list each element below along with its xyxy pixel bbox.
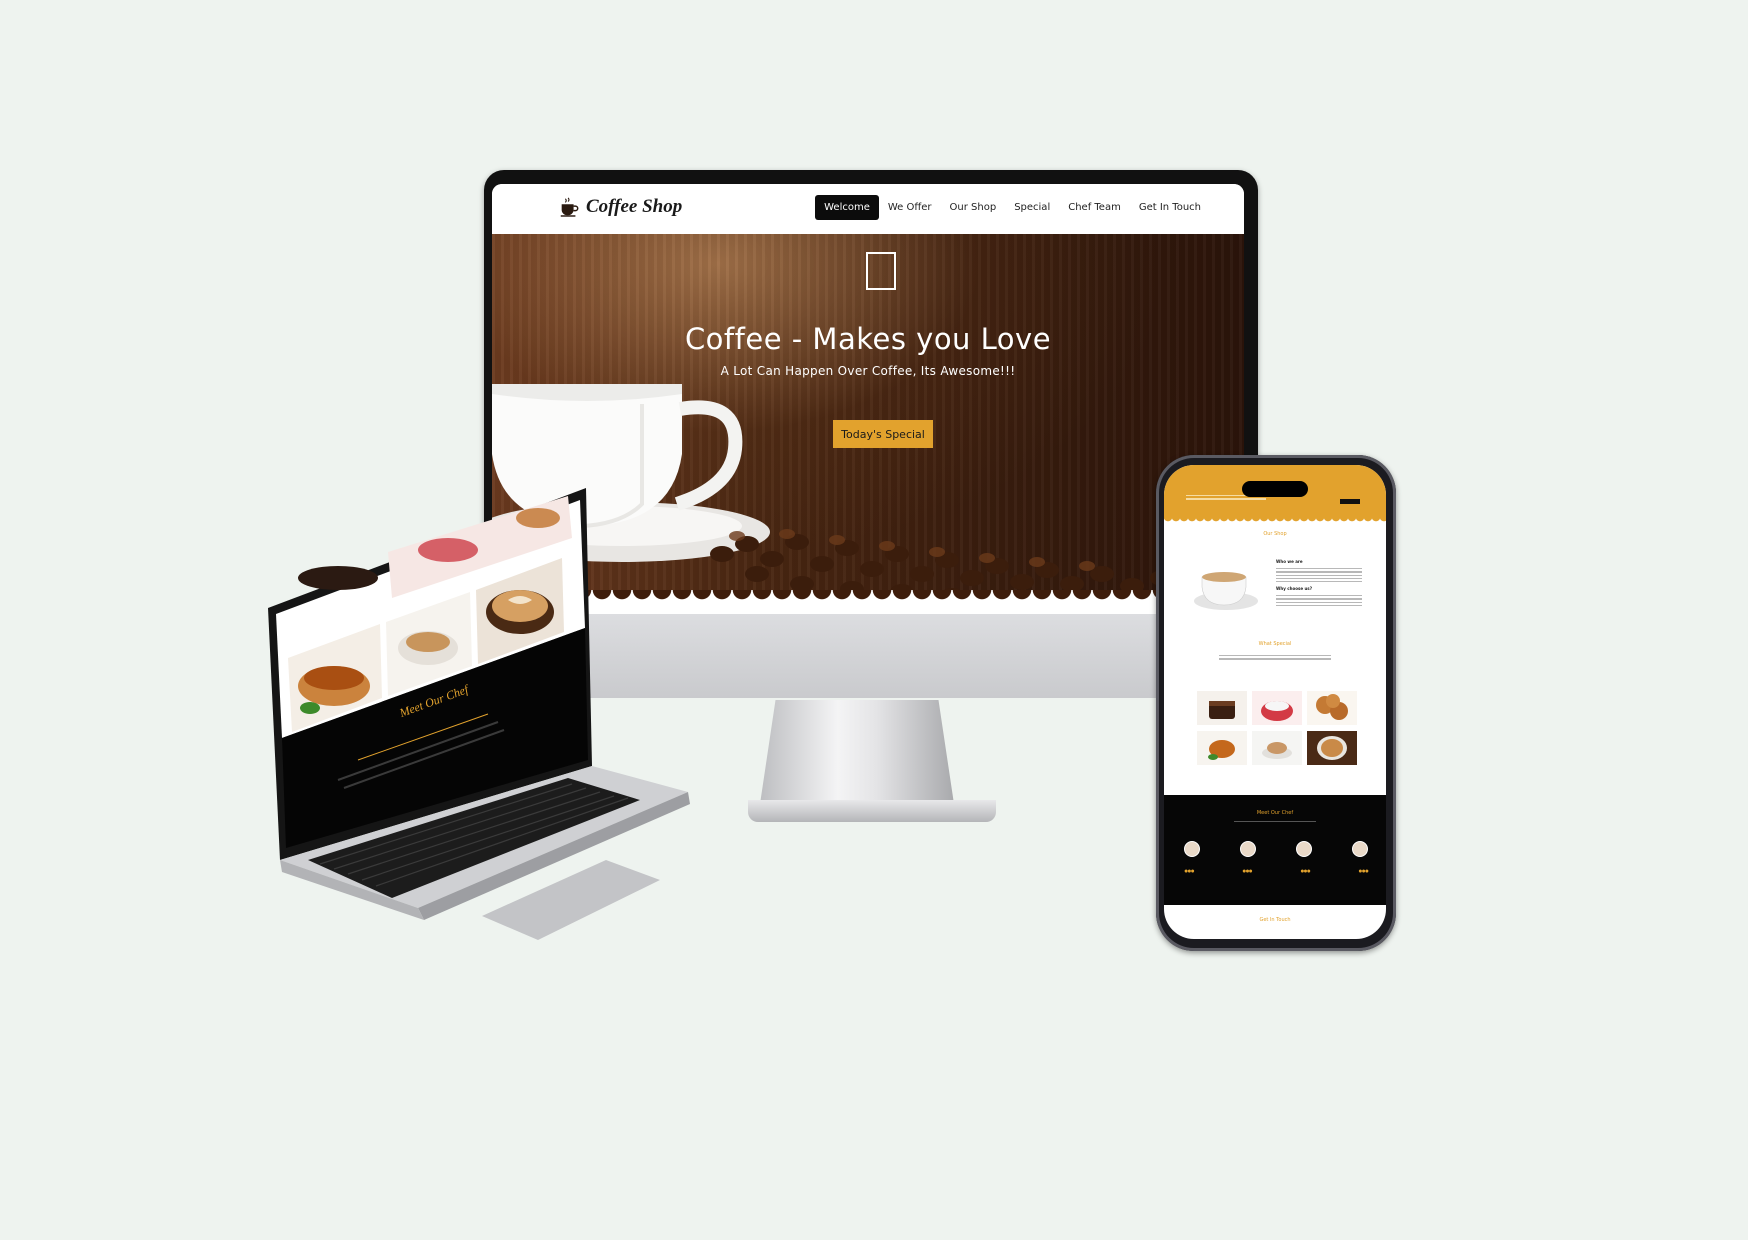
- gallery-cookies[interactable]: [1307, 691, 1357, 725]
- nav-menu: Welcome We Offer Our Shop Special Chef T…: [815, 195, 1210, 220]
- laptop-device: Meet Our Chef: [268, 488, 788, 988]
- gallery-red-cake[interactable]: [1252, 691, 1302, 725]
- phone-chef-title: Meet Our Chef: [1256, 810, 1294, 816]
- phone-device: Our Shop Who we are Why choose us? What …: [1156, 455, 1396, 951]
- phone-header-button[interactable]: [1340, 499, 1360, 504]
- site-navbar: Coffee Shop Welcome We Offer Our Shop Sp…: [492, 184, 1244, 234]
- phone-chef-divider: [1234, 821, 1316, 822]
- gallery-chocolate-cake[interactable]: [1197, 691, 1247, 725]
- phone-why-text: [1276, 595, 1362, 608]
- laptop-body: [268, 488, 690, 940]
- nav-welcome[interactable]: Welcome: [815, 195, 879, 220]
- phone-screen: Our Shop Who we are Why choose us? What …: [1164, 465, 1386, 939]
- chef-avatar[interactable]: [1240, 841, 1256, 857]
- phone-special-title: What Special: [1258, 641, 1292, 647]
- phone-contact-title: Get In Touch: [1259, 917, 1291, 923]
- gallery-latte[interactable]: [1307, 731, 1357, 765]
- social-dots-icon[interactable]: ●●●: [1184, 868, 1195, 875]
- phone-chef-social-icons: ●●● ●●● ●●● ●●●: [1184, 868, 1369, 875]
- phone-special-gallery: [1197, 691, 1357, 765]
- social-dots-icon[interactable]: ●●●: [1300, 868, 1311, 875]
- nav-chef-team[interactable]: Chef Team: [1059, 195, 1130, 220]
- hero-title: Coffee - Makes you Love: [684, 322, 1052, 356]
- nav-our-shop[interactable]: Our Shop: [941, 195, 1006, 220]
- phone-chef-avatars: [1184, 841, 1368, 857]
- phone-header-zigzag: [1164, 517, 1386, 525]
- hero-frame-icon: [866, 252, 896, 290]
- phone-special-text: [1219, 655, 1331, 662]
- nav-special[interactable]: Special: [1005, 195, 1059, 220]
- chef-avatar[interactable]: [1352, 841, 1368, 857]
- social-dots-icon[interactable]: ●●●: [1358, 868, 1369, 875]
- brand-logo[interactable]: Coffee Shop: [558, 196, 682, 218]
- phone-why-choose: Why choose us?: [1276, 586, 1313, 591]
- phone-who-text: [1276, 568, 1362, 584]
- todays-special-button[interactable]: Today's Special: [833, 420, 933, 448]
- chef-avatar[interactable]: [1184, 841, 1200, 857]
- phone-shop-cup-image: [1194, 572, 1258, 610]
- nav-get-in-touch[interactable]: Get In Touch: [1130, 195, 1210, 220]
- brand-name: Coffee Shop: [586, 196, 683, 217]
- coffee-cup-icon: [560, 197, 579, 217]
- phone-our-shop-title: Our Shop: [1263, 531, 1287, 537]
- nav-we-offer[interactable]: We Offer: [879, 195, 941, 220]
- monitor-stand-neck: [760, 700, 954, 804]
- hero-subtitle: A Lot Can Happen Over Coffee, Its Awesom…: [720, 364, 1016, 378]
- gallery-tea[interactable]: [1197, 731, 1247, 765]
- phone-who-we-are: Who we are: [1276, 559, 1303, 564]
- gallery-milk-tea[interactable]: [1252, 731, 1302, 765]
- phone-notch: [1242, 481, 1308, 497]
- chef-avatar[interactable]: [1296, 841, 1312, 857]
- social-dots-icon[interactable]: ●●●: [1242, 868, 1253, 875]
